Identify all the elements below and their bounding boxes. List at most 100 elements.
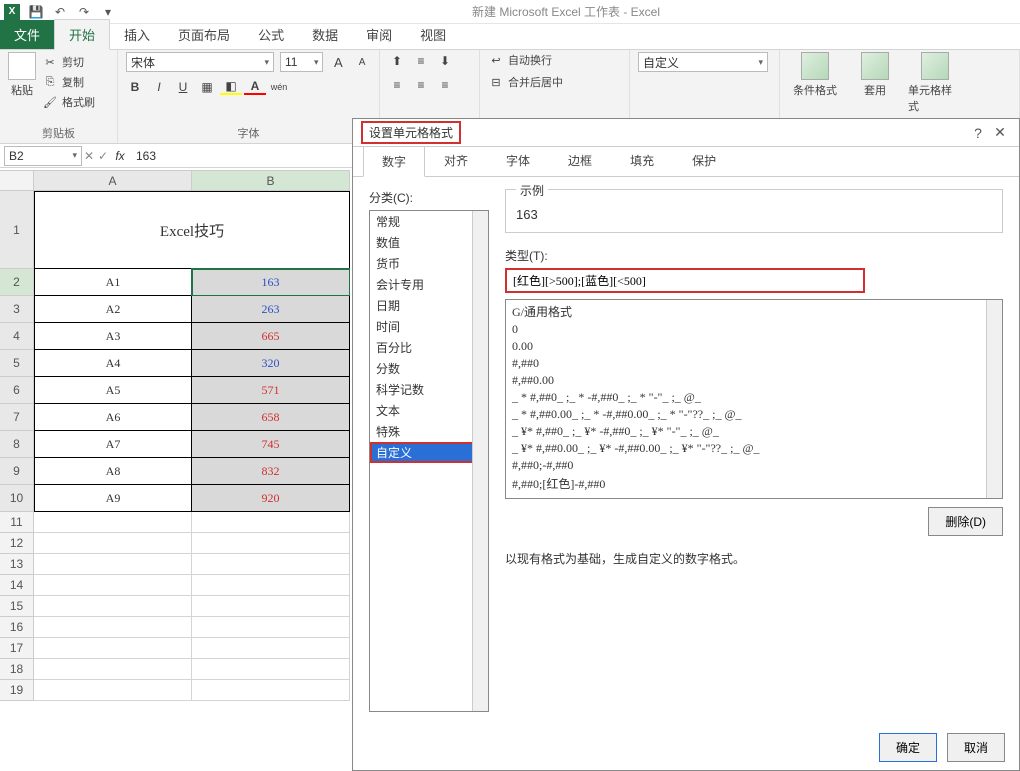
name-box[interactable]: B2▾ <box>4 146 82 166</box>
dlg-tab-protect[interactable]: 保护 <box>673 145 735 176</box>
tab-page-layout[interactable]: 页面布局 <box>164 20 244 49</box>
help-button[interactable]: ? <box>967 125 989 141</box>
border-button[interactable]: ▦ <box>198 78 216 96</box>
fill-color-button[interactable]: ◧ <box>222 78 240 96</box>
cell[interactable]: A3 <box>34 323 192 350</box>
underline-button[interactable]: U <box>174 78 192 96</box>
align-top-button[interactable]: ⬆ <box>388 52 406 70</box>
cell[interactable]: 745 <box>192 431 350 458</box>
cut-button[interactable]: ✂剪切 <box>42 54 95 70</box>
category-item[interactable]: 科学记数 <box>370 379 488 400</box>
cell[interactable]: A7 <box>34 431 192 458</box>
enter-entry-icon[interactable]: ✓ <box>96 149 110 163</box>
category-item[interactable]: 特殊 <box>370 421 488 442</box>
align-center-button[interactable]: ≡ <box>412 76 430 94</box>
font-name-combo[interactable]: 宋体▾ <box>126 52 274 72</box>
save-icon[interactable]: 💾 <box>28 4 44 20</box>
row-header-19[interactable]: 19 <box>0 680 34 701</box>
cell[interactable] <box>34 533 192 554</box>
type-list-item[interactable]: _ ¥* #,##0_ ;_ ¥* -#,##0_ ;_ ¥* "-"_ ;_ … <box>510 423 998 440</box>
ok-button[interactable]: 确定 <box>879 733 937 762</box>
row-header-18[interactable]: 18 <box>0 659 34 680</box>
redo-icon[interactable]: ↷ <box>76 4 92 20</box>
close-button[interactable]: ✕ <box>989 124 1011 141</box>
cell[interactable]: 320 <box>192 350 350 377</box>
grow-font-button[interactable]: A <box>329 53 347 71</box>
insert-function-button[interactable]: fx <box>110 149 130 163</box>
phonetic-button[interactable]: wén <box>270 78 288 96</box>
cell[interactable] <box>192 659 350 680</box>
qat-dropdown-icon[interactable]: ▾ <box>100 4 116 20</box>
cell[interactable] <box>192 680 350 701</box>
row-header-10[interactable]: 10 <box>0 485 34 512</box>
select-all-corner[interactable] <box>0 171 34 191</box>
shrink-font-button[interactable]: A <box>353 53 371 71</box>
type-list-item[interactable]: _ ¥* #,##0.00_ ;_ ¥* -#,##0.00_ ;_ ¥* "-… <box>510 440 998 457</box>
cell[interactable]: 163 <box>192 269 350 296</box>
type-list-item[interactable]: _ * #,##0_ ;_ * -#,##0_ ;_ * "-"_ ;_ @_ <box>510 389 998 406</box>
category-item[interactable]: 时间 <box>370 316 488 337</box>
cell[interactable] <box>34 680 192 701</box>
cell[interactable]: A9 <box>34 485 192 512</box>
dlg-tab-align[interactable]: 对齐 <box>425 145 487 176</box>
tab-view[interactable]: 视图 <box>406 20 460 49</box>
cell[interactable] <box>192 617 350 638</box>
row-header-6[interactable]: 6 <box>0 377 34 404</box>
cell[interactable] <box>34 659 192 680</box>
type-list-item[interactable]: #,##0;-#,##0 <box>510 457 998 474</box>
category-item[interactable]: 分数 <box>370 358 488 379</box>
font-size-combo[interactable]: 11▾ <box>280 52 324 72</box>
dlg-tab-border[interactable]: 边框 <box>549 145 611 176</box>
undo-icon[interactable]: ↶ <box>52 4 68 20</box>
tab-file[interactable]: 文件 <box>0 20 54 49</box>
tab-home[interactable]: 开始 <box>54 19 110 50</box>
col-header-b[interactable]: B <box>192 171 350 191</box>
cell[interactable] <box>34 554 192 575</box>
format-type-list[interactable]: G/通用格式00.00#,##0#,##0.00_ * #,##0_ ;_ * … <box>505 299 1003 499</box>
cell[interactable] <box>192 638 350 659</box>
row-header-17[interactable]: 17 <box>0 638 34 659</box>
type-list-item[interactable]: #,##0;[红色]-#,##0 <box>510 474 998 493</box>
tab-data[interactable]: 数据 <box>298 20 352 49</box>
copy-button[interactable]: ⎘复制 <box>42 74 95 90</box>
cell[interactable]: A4 <box>34 350 192 377</box>
tab-formulas[interactable]: 公式 <box>244 20 298 49</box>
category-item[interactable]: 数值 <box>370 232 488 253</box>
type-list-item[interactable]: _ * #,##0.00_ ;_ * -#,##0.00_ ;_ * "-"??… <box>510 406 998 423</box>
tab-review[interactable]: 审阅 <box>352 20 406 49</box>
cell[interactable]: 920 <box>192 485 350 512</box>
bold-button[interactable]: B <box>126 78 144 96</box>
category-item[interactable]: 百分比 <box>370 337 488 358</box>
wrap-text-button[interactable]: ↩自动换行 <box>488 52 552 68</box>
row-header-4[interactable]: 4 <box>0 323 34 350</box>
row-header-1[interactable]: 1 <box>0 191 34 269</box>
type-list-item[interactable]: #,##0 <box>510 355 998 372</box>
cell-styles-button[interactable]: 单元格样式 <box>908 52 962 114</box>
row-header-13[interactable]: 13 <box>0 554 34 575</box>
cell[interactable] <box>192 512 350 533</box>
cell[interactable] <box>192 596 350 617</box>
cell[interactable]: 665 <box>192 323 350 350</box>
conditional-format-button[interactable]: 条件格式 <box>788 52 842 98</box>
cancel-entry-icon[interactable]: ✕ <box>82 149 96 163</box>
cell[interactable]: A6 <box>34 404 192 431</box>
row-header-14[interactable]: 14 <box>0 575 34 596</box>
type-list-item[interactable]: 0.00 <box>510 338 998 355</box>
type-list-item[interactable]: G/通用格式 <box>510 302 998 321</box>
format-painter-button[interactable]: 🖌格式刷 <box>42 94 95 110</box>
title-cell[interactable]: Excel技巧 <box>34 191 350 269</box>
row-header-2[interactable]: 2 <box>0 269 34 296</box>
cell[interactable] <box>34 575 192 596</box>
type-list-item[interactable]: 0 <box>510 321 998 338</box>
scrollbar[interactable] <box>472 211 488 711</box>
dialog-titlebar[interactable]: 设置单元格格式 ? ✕ <box>353 119 1019 147</box>
worksheet[interactable]: A B 1 Excel技巧 2A11633A22634A36655A43206A… <box>0 170 350 771</box>
cell[interactable] <box>34 512 192 533</box>
col-header-a[interactable]: A <box>34 171 192 191</box>
number-format-combo[interactable]: 自定义▾ <box>638 52 768 72</box>
italic-button[interactable]: I <box>150 78 168 96</box>
font-color-button[interactable]: A <box>246 78 264 96</box>
scrollbar[interactable] <box>986 300 1002 498</box>
category-item[interactable]: 自定义 <box>370 442 488 463</box>
cell[interactable]: 658 <box>192 404 350 431</box>
